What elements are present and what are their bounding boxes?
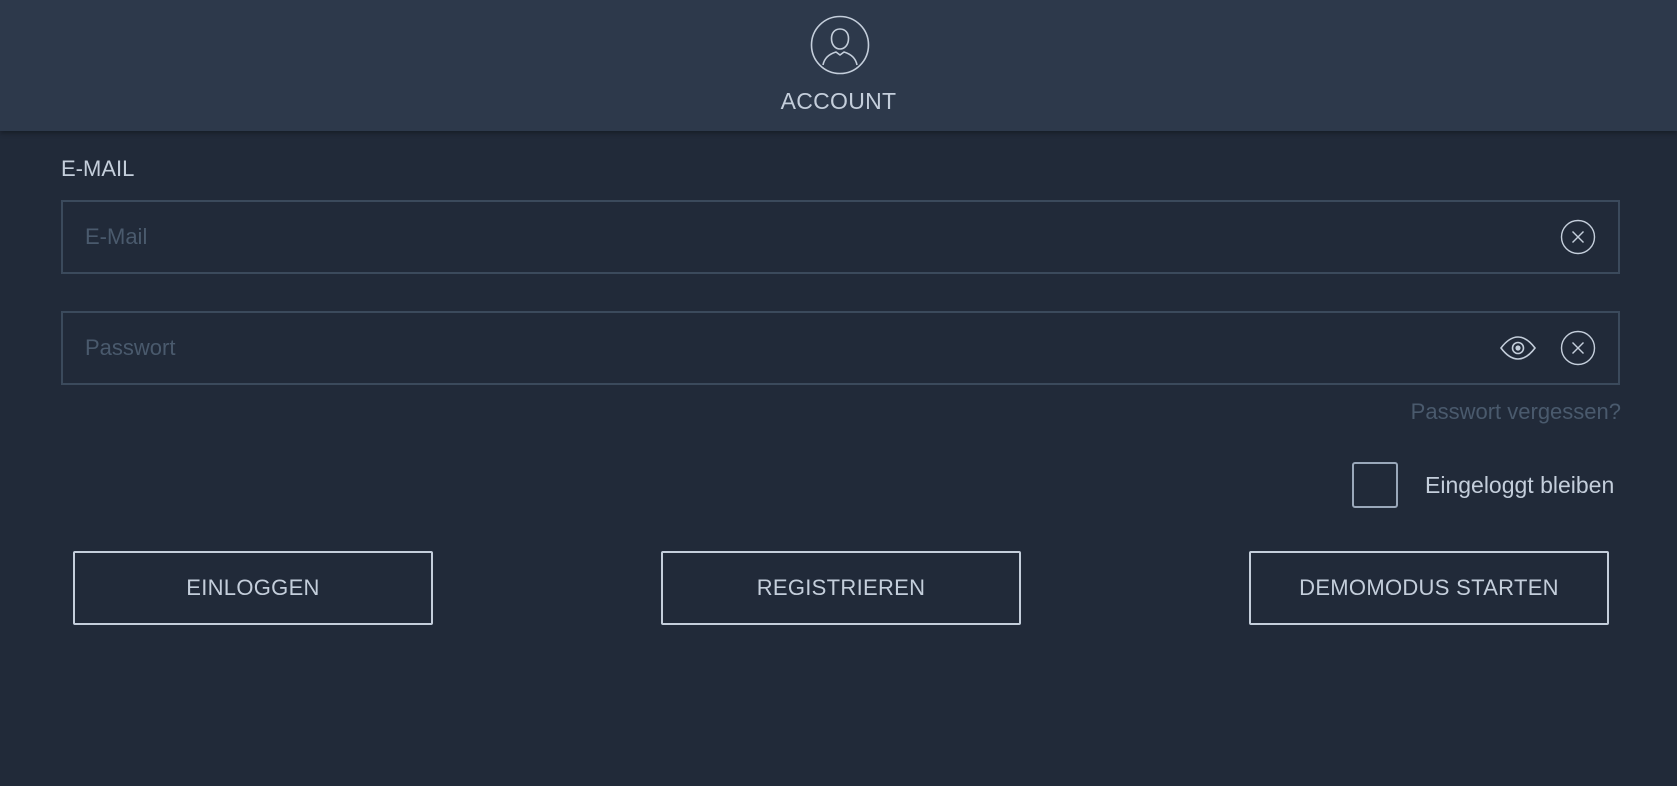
user-avatar-icon[interactable] xyxy=(810,15,870,75)
demo-mode-button[interactable]: DEMOMODUS STARTEN xyxy=(1249,551,1609,625)
show-password-eye-icon[interactable] xyxy=(1499,333,1537,363)
password-field-container xyxy=(61,311,1620,385)
header: ACCOUNT xyxy=(0,0,1677,131)
email-label: E-MAIL xyxy=(61,156,135,181)
email-clear-icon[interactable] xyxy=(1560,219,1596,255)
password-clear-icon[interactable] xyxy=(1560,330,1596,366)
stay-logged-in-checkbox[interactable] xyxy=(1352,462,1398,508)
login-button[interactable]: EINLOGGEN xyxy=(73,551,433,625)
stay-logged-in-label[interactable]: Eingeloggt bleiben xyxy=(1425,472,1614,499)
password-input[interactable] xyxy=(85,313,1465,383)
email-field-container xyxy=(61,200,1620,274)
forgot-password-link[interactable]: Passwort vergessen? xyxy=(1411,399,1621,425)
page-title: ACCOUNT xyxy=(780,88,897,114)
email-input[interactable] xyxy=(85,202,1465,272)
register-button[interactable]: REGISTRIEREN xyxy=(661,551,1021,625)
